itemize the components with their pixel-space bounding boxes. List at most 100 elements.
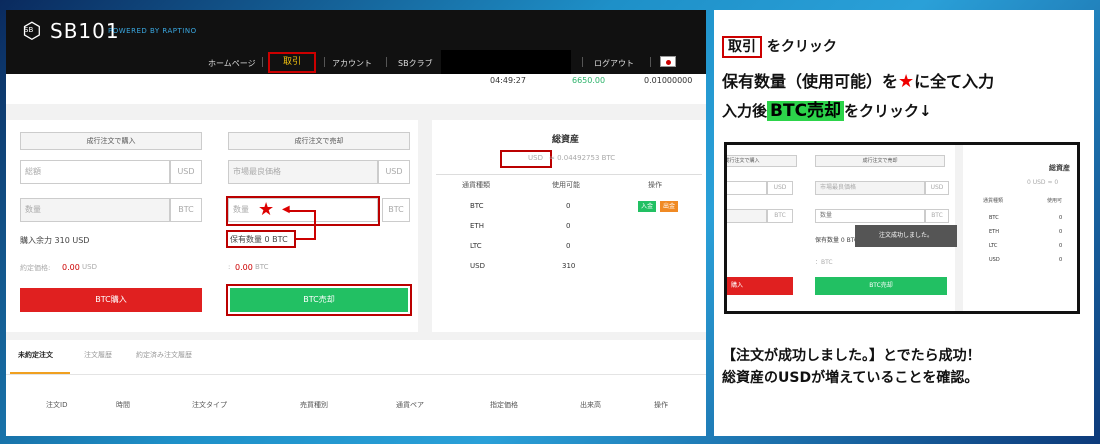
instruction-sell-highlight: BTC売却 [767,101,845,121]
star-marker-icon: ★ [258,199,275,220]
assets-title: 総資産 [552,135,580,145]
inset-buy-qty-unit: BTC [767,209,793,223]
inset-row-currency: ETH [989,229,999,235]
inset-sell-price: 市場最良価格 [815,181,925,195]
inset-buy-qty [727,209,767,223]
tab-order-history[interactable]: 注文履歴 [84,350,112,360]
inset-buy-button: 購入 [727,277,793,295]
inset-row-available: 0 [1059,243,1063,249]
orders-column: 時間 [116,401,130,409]
assets-usd-highlight [500,150,552,168]
nav-divider [582,57,583,67]
ticker-price: 6650.00 [572,76,606,85]
instruction-click-text: をクリック [766,39,837,55]
sell-price-input[interactable]: 市場最良価格 [228,160,378,184]
order-success-toast: 注文成功しました。 [855,225,957,247]
buy-quantity-input[interactable]: 数量 [20,198,170,222]
arrow-connector-line [296,238,316,240]
logo-mark: SB [24,26,34,34]
sell-contract-prefix: : [228,263,231,271]
inset-row-currency: BTC [989,215,999,221]
arrow-horizontal-line [288,210,316,212]
instruction-step-2-a: 保有数量（使用可能）を [722,72,899,91]
btc-buy-button[interactable]: BTC購入 [20,288,202,312]
nav-divider [262,57,263,67]
buy-contract-label: 約定価格: [20,264,51,272]
orders-column: 通貨ペア [396,401,424,409]
btc-sell-button[interactable]: BTC売却 [230,288,408,312]
nav-home[interactable]: ホームページ [208,58,256,69]
tab-filled-order-history[interactable]: 約定済み注文履歴 [136,350,192,360]
orders-divider [6,374,706,375]
nav-divider [650,57,651,67]
nav-account[interactable]: アカウント [332,58,372,69]
orders-column: 指定価格 [490,401,518,409]
instruction-trade-box: 取引 [722,36,762,58]
buy-quantity-unit: BTC [170,198,202,222]
instruction-step-2: 保有数量（使用可能）を★に全て入力 [722,68,994,92]
nav-divider [386,57,387,67]
inset-header-currency: 通貨種類 [983,198,1004,204]
assets-summary-value: ≈ 0.04492753 BTC [549,154,616,162]
inset-header-available: 使用可 [1047,198,1063,204]
inset-row-available: 0 [1059,229,1063,235]
sell-contract-unit: BTC [255,263,269,271]
instruction-step-3-b: をクリック↓ [844,102,932,120]
exchange-screenshot: ⬡ SB SB101 POWERED BY RAPTINO ホームページ 取引 … [6,10,706,436]
inset-buy-amount-unit: USD [767,181,793,195]
deposit-button[interactable]: 入金 [638,201,656,212]
inset-buy-header: 成行注文で購入 [727,155,797,167]
inset-row-available: 0 [1059,215,1063,221]
assets-divider [436,174,702,175]
sell-quantity-unit: BTC [382,198,410,222]
asset-row-currency: ETH [470,222,484,230]
orders-column: 売買種別 [300,401,328,409]
top-navbar: ⬡ SB SB101 POWERED BY RAPTINO ホームページ 取引 … [6,10,706,74]
inset-buy-amount [727,181,767,195]
orders-column: 注文ID [46,401,68,409]
inset-row-currency: LTC [989,243,998,249]
inset-sell-qty: 数量 [815,209,925,223]
instruction-step-3-a: 入力後 [722,102,768,120]
inset-row-currency: USD [989,257,1000,263]
buy-amount-unit: USD [170,160,202,184]
tab-open-orders[interactable]: 未約定注文 [18,350,53,360]
assets-header-available: 使用可能 [552,181,580,189]
inset-sell-qty-unit: BTC [925,209,949,223]
assets-summary-currency: USD [528,154,543,162]
nav-logout[interactable]: ログアウト [594,58,634,69]
buy-amount-input[interactable]: 総額 [20,160,170,184]
asset-row-currency: BTC [470,202,484,210]
asset-row-currency: USD [470,262,485,270]
logo-subtitle: POWERED BY RAPTINO [108,27,197,35]
sell-market-order-header[interactable]: 成行注文で売却 [228,132,410,150]
inset-assets-summary: 0 USD ≈ 0 [1027,179,1059,186]
buy-contract-value: 0.00 [62,263,80,272]
inset-sell-header: 成行注文で売却 [815,155,945,167]
japan-flag-icon[interactable] [660,56,676,67]
assets-header-currency: 通貨種類 [462,181,490,189]
nav-trade[interactable]: 取引 [268,52,316,73]
inset-holding: 保有数量 0 BTC [815,237,859,244]
asset-row-currency: LTC [470,242,482,250]
orders-column: 操作 [654,401,668,409]
nav-sb-club[interactable]: SBクラブ [398,58,433,69]
redacted-area [441,50,571,74]
buy-available-balance: 購入余力 310 USD [20,236,90,245]
buy-market-order-header[interactable]: 成行注文で購入 [20,132,202,150]
instructions-panel: 取引 をクリック 保有数量（使用可能）を★に全て入力 入力後 BTC売却 をクリック… [714,10,1094,436]
arrow-vertical-line [314,210,316,240]
result-screenshot: 成行注文で購入 成行注文で売却 USD 市場最良価格 USD BTC 数量 BT… [724,142,1080,314]
orders-column: 出来高 [580,401,601,409]
buy-contract-unit: USD [82,263,97,271]
instruction-step-2-b: に全て入力 [914,72,995,91]
inset-sell-price-unit: USD [925,181,949,195]
asset-row-available: 310 [562,262,576,270]
instruction-step-1: 取引 をクリック [722,36,837,58]
sell-contract-value: 0.00 [235,263,253,272]
sell-price-unit: USD [378,160,410,184]
withdraw-button[interactable]: 出金 [660,201,678,212]
inset-row-available: 0 [1059,257,1063,263]
orders-column: 注文タイプ [192,401,227,409]
inset-assets-title: 総資産 [1049,164,1070,172]
